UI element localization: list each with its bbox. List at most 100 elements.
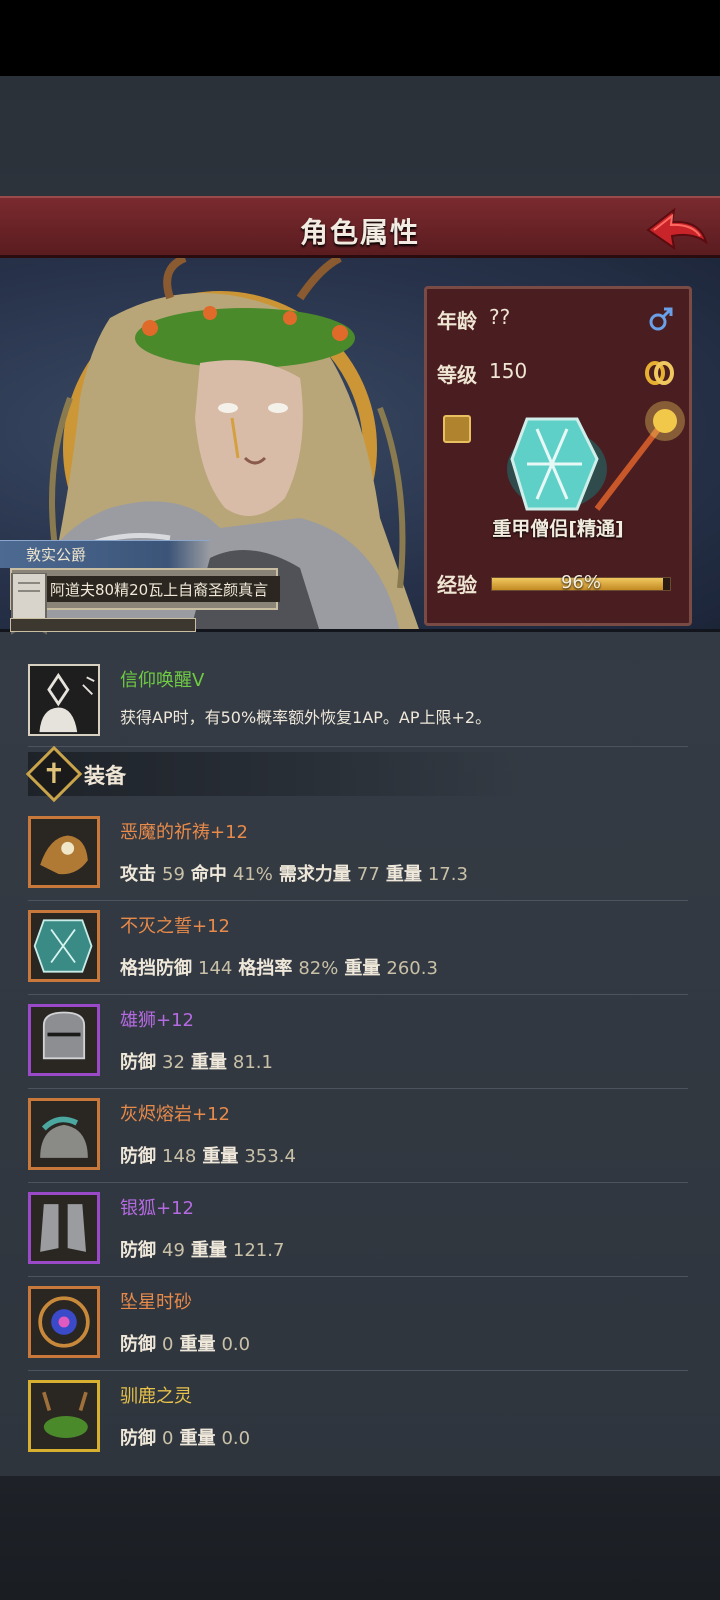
- banner-icon: [11, 573, 47, 635]
- equipment-item-stats: 防御 49 重量 121.7: [120, 1236, 290, 1262]
- equipment-item[interactable]: 恶魔的祈祷+12 攻击 59 命中 41% 需求力量 77 重量 17.3: [28, 816, 708, 898]
- stat-key: 重量: [202, 1146, 239, 1167]
- bio-bar[interactable]: 阿道夫80精20瓦上自裔圣颜真言: [10, 568, 280, 610]
- stat-key: 格挡防御: [120, 958, 192, 979]
- stat-value: 260.3: [386, 958, 438, 979]
- equipment-title: 装备: [84, 764, 126, 788]
- stat-value: 148: [162, 1146, 197, 1167]
- equipment-item[interactable]: 银狐+12 防御 49 重量 121.7: [28, 1192, 708, 1274]
- stat-key: 攻击: [120, 864, 156, 885]
- stat-value: 59: [162, 864, 185, 885]
- divider: [28, 746, 688, 747]
- stat-value: 121.7: [232, 1240, 285, 1261]
- stat-key: 重量: [179, 1428, 216, 1449]
- class-badge-icon[interactable]: [443, 415, 471, 443]
- equipment-item-stats: 防御 0 重量 0.0: [120, 1424, 256, 1450]
- bio-inner: 阿道夫80精20瓦上自裔圣颜真言: [40, 576, 280, 602]
- stat-key: 重量: [190, 1240, 227, 1261]
- divider: [28, 1370, 688, 1371]
- equipment-item-stats: 格挡防御 144 格挡率 82% 重量 260.3: [120, 954, 444, 980]
- equipment-item-icon: [28, 1380, 100, 1452]
- stat-value: 32: [162, 1052, 185, 1073]
- equipment-item-icon: [28, 1286, 100, 1358]
- stat-value: 144: [198, 958, 233, 979]
- stat-key: 防御: [120, 1428, 156, 1449]
- equipment-item-icon: [28, 1004, 100, 1076]
- equipment-item-stats: 攻击 59 命中 41% 需求力量 77 重量 17.3: [120, 860, 474, 886]
- stat-key: 需求力量: [278, 864, 351, 885]
- equipment-item[interactable]: 驯鹿之灵防御 0 重量 0.0: [28, 1380, 708, 1462]
- male-icon: [649, 307, 673, 331]
- ring-icon[interactable]: [643, 359, 675, 387]
- equipment-item-icon: [28, 1098, 100, 1170]
- divider: [28, 1276, 688, 1277]
- stat-value: 353.4: [244, 1146, 296, 1167]
- level-value: 150: [489, 359, 528, 383]
- equipment-item-name: 银狐+12: [120, 1198, 194, 1219]
- title-tag-label: 敦实公爵: [26, 546, 87, 564]
- stat-value: 82%: [298, 958, 339, 979]
- level-label: 等级: [437, 363, 477, 387]
- divider: [28, 994, 688, 995]
- equipment-item-icon: [28, 816, 100, 888]
- stat-key: 重量: [385, 864, 422, 885]
- bio-strip: [10, 618, 196, 632]
- equipment-section-header: ✝ 装备: [25, 745, 528, 803]
- divider: [28, 1182, 688, 1183]
- skill-name: 信仰唤醒V: [120, 670, 205, 691]
- equipment-item[interactable]: 灰烬熔岩+12 防御 148 重量 353.4: [28, 1098, 708, 1180]
- age-label: 年龄: [437, 309, 477, 333]
- divider: [28, 1088, 688, 1089]
- back-arrow-icon[interactable]: [644, 206, 710, 252]
- stat-key: 重量: [190, 1052, 227, 1073]
- stat-key: 重量: [344, 958, 381, 979]
- age-value: ??: [489, 305, 511, 329]
- equipment-item-icon: [28, 910, 100, 982]
- stat-key: 防御: [120, 1052, 156, 1073]
- bottom-area: [0, 1476, 720, 1600]
- equipment-item-name: 雄狮+12: [120, 1010, 194, 1031]
- divider: [28, 900, 688, 901]
- stat-value: 41%: [232, 864, 273, 885]
- equipment-item[interactable]: 不灭之誓+12 格挡防御 144 格挡率 82% 重量 260.3: [28, 910, 708, 992]
- faith-awakening-skill-icon: [28, 664, 100, 736]
- stat-value: 0.0: [221, 1334, 251, 1355]
- equipment-item-name: 灰烬熔岩+12: [120, 1104, 230, 1125]
- equipment-item-stats: 防御 32 重量 81.1: [120, 1048, 279, 1074]
- class-emblem-art: [507, 401, 685, 511]
- stat-value: 0: [162, 1428, 174, 1449]
- cross-icon: ✝: [42, 757, 66, 790]
- stat-key: 防御: [120, 1334, 156, 1355]
- equipment-item-name: 恶魔的祈祷+12: [120, 822, 248, 843]
- page-title: 角色属性: [299, 216, 420, 249]
- stat-key: 防御: [120, 1240, 156, 1261]
- bio-text: 阿道夫80精20瓦上自裔圣颜真言: [50, 581, 269, 599]
- stat-key: 格挡率: [238, 958, 293, 979]
- status-bar-area: [0, 0, 720, 76]
- equipment-item[interactable]: 坠星时砂防御 0 重量 0.0: [28, 1286, 708, 1368]
- exp-label: 经验: [437, 573, 477, 597]
- equipment-item-name: 驯鹿之灵: [120, 1386, 192, 1407]
- stat-value: 49: [162, 1240, 185, 1261]
- stat-key: 重量: [179, 1334, 216, 1355]
- title-tag: 敦实公爵: [0, 540, 210, 568]
- stat-value: 81.1: [232, 1052, 273, 1073]
- equipment-item-stats: 防御 148 重量 353.4: [120, 1142, 302, 1168]
- equipment-item-name: 不灭之誓+12: [120, 916, 230, 937]
- class-name: 重甲僧侣[精通]: [492, 518, 624, 540]
- exp-value: 96%: [560, 572, 601, 593]
- stat-value: 0: [162, 1334, 174, 1355]
- equipment-item[interactable]: 雄狮+12 防御 32 重量 81.1: [28, 1004, 708, 1086]
- skill-description: 获得AP时，有50%概率额外恢复1AP。AP上限+2。: [120, 708, 492, 727]
- equipment-item-name: 坠星时砂: [120, 1292, 192, 1313]
- skill-row[interactable]: 信仰唤醒V 获得AP时，有50%概率额外恢复1AP。AP上限+2。: [28, 664, 708, 740]
- equipment-item-icon: [28, 1192, 100, 1264]
- stat-value: 77: [356, 864, 380, 885]
- title-bar: 角色属性: [0, 196, 720, 258]
- stat-value: 17.3: [427, 864, 468, 885]
- stat-value: 0.0: [221, 1428, 251, 1449]
- equipment-item-stats: 防御 0 重量 0.0: [120, 1330, 256, 1356]
- stat-key: 命中: [190, 864, 227, 885]
- stats-card: 年龄 ?? 等级 150 重甲僧侣[精通] 经验 96%: [424, 286, 692, 626]
- stat-key: 防御: [120, 1146, 156, 1167]
